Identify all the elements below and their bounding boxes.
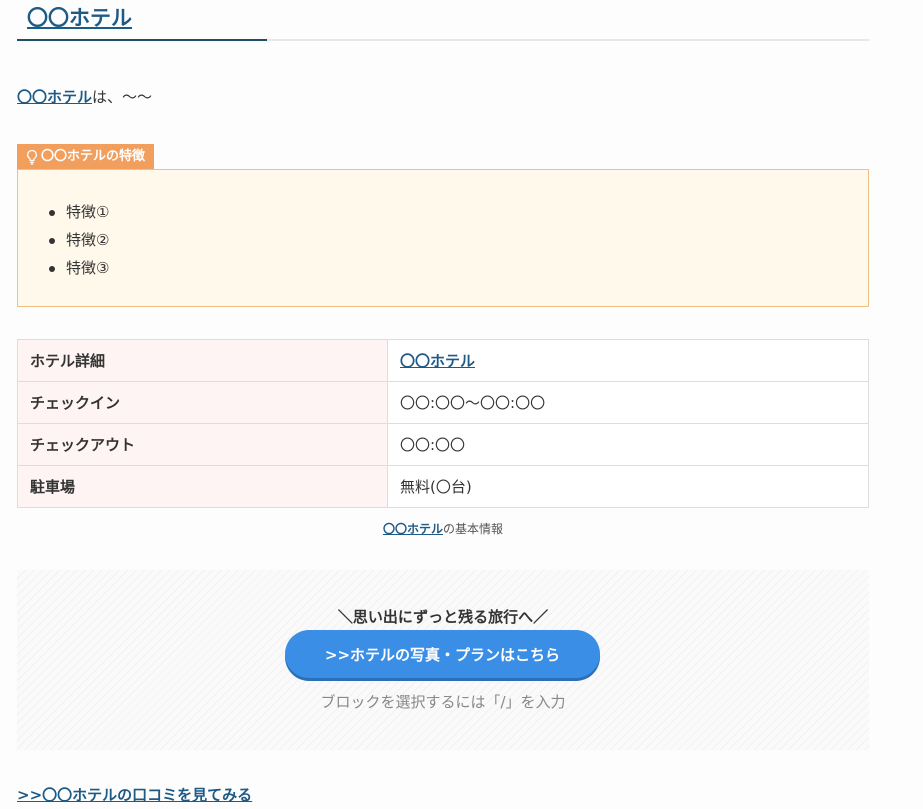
cta-microcopy: ＼思い出にずっと残る旅行へ／ <box>337 608 549 626</box>
table-row: チェックイン 〇〇:〇〇〜〇〇:〇〇 <box>17 381 869 424</box>
table-value-cell: 〇〇:〇〇 <box>387 423 869 466</box>
feature-box-label: 〇〇ホテルの特徴 <box>17 144 155 170</box>
heading-title-link[interactable]: 〇〇ホテル <box>27 2 132 32</box>
hotel-photos-plans-button[interactable]: >>ホテルの写真・プランはこちら <box>285 630 600 678</box>
lightbulb-icon <box>27 149 37 165</box>
table-value-cell: 〇〇:〇〇〜〇〇:〇〇 <box>387 381 869 424</box>
table-value-cell: 無料(〇台) <box>387 465 869 508</box>
hotel-detail-link[interactable]: 〇〇ホテル <box>400 352 475 370</box>
intro-paragraph: 〇〇ホテルは、〜〜 <box>17 86 152 107</box>
table-header-cell: 駐車場 <box>17 465 388 508</box>
feature-list: 特徴① 特徴② 特徴③ <box>48 198 109 282</box>
section-heading: 〇〇ホテル <box>17 0 869 41</box>
table-row: チェックアウト 〇〇:〇〇 <box>17 423 869 466</box>
intro-text: は、〜〜 <box>92 88 153 106</box>
table-value-cell: 〇〇ホテル <box>387 339 869 382</box>
list-item: 特徴① <box>48 198 109 226</box>
hotel-info-table: ホテル詳細 〇〇ホテル チェックイン 〇〇:〇〇〜〇〇:〇〇 チェックアウト 〇… <box>17 339 869 508</box>
list-item: 特徴② <box>48 226 109 254</box>
table-row: 駐車場 無料(〇台) <box>17 465 869 508</box>
block-selection-hint[interactable]: ブロックを選択するには「/」を入力 <box>17 691 869 712</box>
table-caption: 〇〇ホテルの基本情報 <box>17 520 869 537</box>
list-item: 特徴③ <box>48 254 109 282</box>
table-header-cell: ホテル詳細 <box>17 339 388 382</box>
feature-box-label-text: 〇〇ホテルの特徴 <box>41 149 146 164</box>
table-header-cell: チェックイン <box>17 381 388 424</box>
caption-text: の基本情報 <box>443 522 504 536</box>
table-header-cell: チェックアウト <box>17 423 388 466</box>
feature-box: 特徴① 特徴② 特徴③ <box>17 169 869 307</box>
caption-hotel-link[interactable]: 〇〇ホテル <box>383 522 443 536</box>
table-row: ホテル詳細 〇〇ホテル <box>17 339 869 382</box>
cta-block: ＼思い出にずっと残る旅行へ／ >>ホテルの写真・プランはこちら ブロックを選択す… <box>17 570 869 750</box>
hotel-reviews-link[interactable]: >>〇〇ホテルの口コミを見てみる <box>17 784 252 805</box>
intro-hotel-link[interactable]: 〇〇ホテル <box>17 88 92 106</box>
